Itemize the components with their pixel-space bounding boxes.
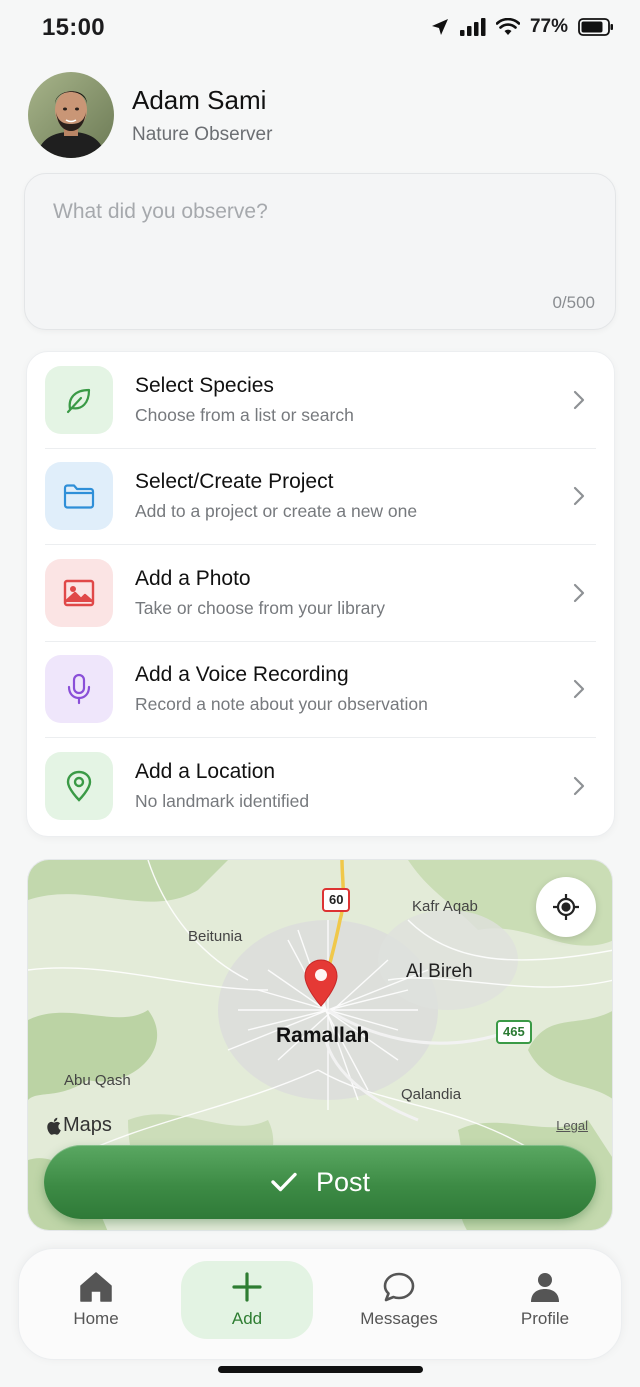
profile-header: Adam Sami Nature Observer	[28, 72, 272, 158]
observation-box: 0/500	[24, 173, 616, 330]
profile-name: Adam Sami	[132, 84, 267, 115]
tab-label: Profile	[520, 1309, 570, 1328]
map-label-abu-qash: Abu Qash	[64, 1072, 131, 1089]
option-subtitle: No landmark identified	[135, 791, 310, 812]
map-pin-icon	[304, 959, 338, 1007]
observation-input[interactable]	[53, 200, 583, 280]
person-icon	[531, 1273, 559, 1302]
map-label-al-bireh: Al Bireh	[406, 961, 473, 982]
option-icon-bg	[45, 558, 113, 627]
tab-bar: Home Add Messages Profile	[18, 1248, 622, 1360]
tab-add[interactable]: Add	[181, 1261, 313, 1339]
option-icon-bg	[45, 462, 113, 531]
image-icon	[63, 579, 95, 606]
wifi-icon	[495, 18, 520, 35]
home-indicator	[218, 1366, 423, 1373]
post-button-label: Post	[315, 1166, 371, 1197]
maps-attribution: Maps	[46, 1114, 112, 1137]
tab-label: Add	[231, 1309, 263, 1328]
tab-label: Messages	[360, 1309, 438, 1328]
chevron-right-icon	[573, 583, 585, 602]
folder-icon	[63, 484, 95, 509]
legal-link[interactable]: Legal	[556, 1118, 588, 1133]
map-label-ramallah: Ramallah	[276, 1024, 370, 1047]
chat-bubble-icon	[383, 1272, 415, 1302]
chevron-right-icon	[573, 487, 585, 506]
chevron-right-icon	[573, 390, 585, 409]
option-subtitle: Record a note about your observation	[135, 694, 428, 715]
select-species-row[interactable]: Select Species Choose from a list or sea…	[45, 352, 596, 449]
map-label-kafr-aqab: Kafr Aqab	[412, 898, 478, 915]
add-photo-row[interactable]: Add a Photo Take or choose from your lib…	[45, 545, 596, 642]
option-icon-bg	[45, 752, 113, 821]
status-bar: 15:00 77%	[0, 0, 640, 56]
avatar[interactable]	[28, 72, 114, 158]
option-icon-bg	[45, 655, 113, 724]
crosshair-icon	[553, 894, 579, 920]
option-title: Add a Location	[135, 760, 276, 784]
chevron-right-icon	[573, 777, 585, 796]
home-icon	[80, 1272, 112, 1302]
map-label-beitunia: Beitunia	[188, 928, 243, 945]
tab-profile[interactable]: Profile	[499, 1261, 591, 1339]
battery-icon	[578, 18, 613, 36]
profile-role: Nature Observer	[132, 123, 273, 145]
location-pin-icon	[66, 771, 92, 802]
tab-label: Home	[73, 1309, 119, 1328]
road-60-badge: 60	[322, 888, 351, 912]
location-arrow-icon	[431, 19, 448, 35]
post-button[interactable]: Post	[44, 1145, 596, 1219]
apple-logo-icon	[47, 1117, 61, 1135]
microphone-icon	[67, 674, 91, 705]
status-icons: 77%	[430, 16, 614, 38]
option-subtitle: Add to a project or create a new one	[135, 501, 418, 522]
tab-home[interactable]: Home	[53, 1261, 139, 1339]
add-voice-recording-row[interactable]: Add a Voice Recording Record a note abou…	[45, 642, 596, 738]
option-title: Select Species	[135, 373, 274, 397]
option-subtitle: Take or choose from your library	[135, 597, 385, 618]
plus-icon	[232, 1272, 262, 1302]
add-location-row[interactable]: Add a Location No landmark identified	[45, 738, 596, 835]
options-list: Select Species Choose from a list or sea…	[26, 351, 615, 837]
road-465-badge: 465	[496, 1020, 532, 1044]
option-subtitle: Choose from a list or search	[135, 404, 354, 425]
option-title: Select/Create Project	[135, 470, 334, 494]
option-icon-bg	[45, 365, 113, 434]
cellular-signal-icon	[459, 18, 486, 36]
leaf-icon	[66, 388, 91, 413]
select-project-row[interactable]: Select/Create Project Add to a project o…	[45, 449, 596, 545]
character-counter: 0/500	[552, 293, 595, 312]
locate-me-button[interactable]	[536, 877, 596, 937]
battery-percentage: 77%	[529, 16, 568, 37]
option-title: Add a Photo	[135, 566, 251, 590]
option-title: Add a Voice Recording	[135, 663, 349, 687]
maps-brand-label: Maps	[63, 1114, 112, 1136]
tab-messages[interactable]: Messages	[353, 1261, 445, 1339]
checkmark-icon	[271, 1172, 297, 1192]
chevron-right-icon	[573, 680, 585, 699]
status-time: 15:00	[42, 14, 105, 41]
map-label-qalandia: Qalandia	[401, 1086, 462, 1103]
